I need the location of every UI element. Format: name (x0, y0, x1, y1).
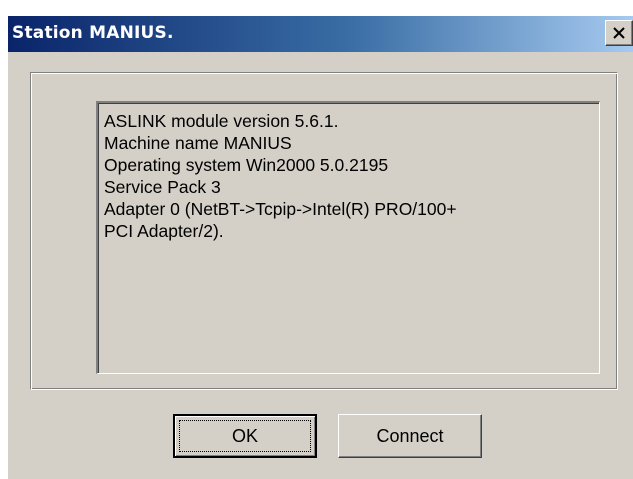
info-line-operating-system: Operating system Win2000 5.0.2195 (104, 155, 389, 175)
info-line-service-pack: Service Pack 3 (104, 177, 221, 197)
station-info-box: ASLINK module version 5.6.1. Machine nam… (96, 101, 600, 374)
info-line-adapter-cont: PCI Adapter/2). (104, 221, 224, 241)
connect-button-label: Connect (376, 425, 444, 446)
ok-button-label: OK (231, 425, 258, 446)
dialog-window: Station MANIUS. ASLINK module version 5.… (8, 16, 633, 479)
info-line-version: ASLINK module version 5.6.1. (104, 111, 339, 131)
title-bar[interactable]: Station MANIUS. (8, 16, 633, 52)
ok-button[interactable]: OK (173, 414, 317, 458)
close-button[interactable] (605, 20, 633, 46)
connect-button[interactable]: Connect (338, 414, 482, 458)
info-line-adapter: Adapter 0 (NetBT->Tcpip->Intel(R) PRO/10… (104, 199, 457, 219)
info-line-machine-name: Machine name MANIUS (104, 133, 292, 153)
window-title: Station MANIUS. (12, 23, 174, 43)
